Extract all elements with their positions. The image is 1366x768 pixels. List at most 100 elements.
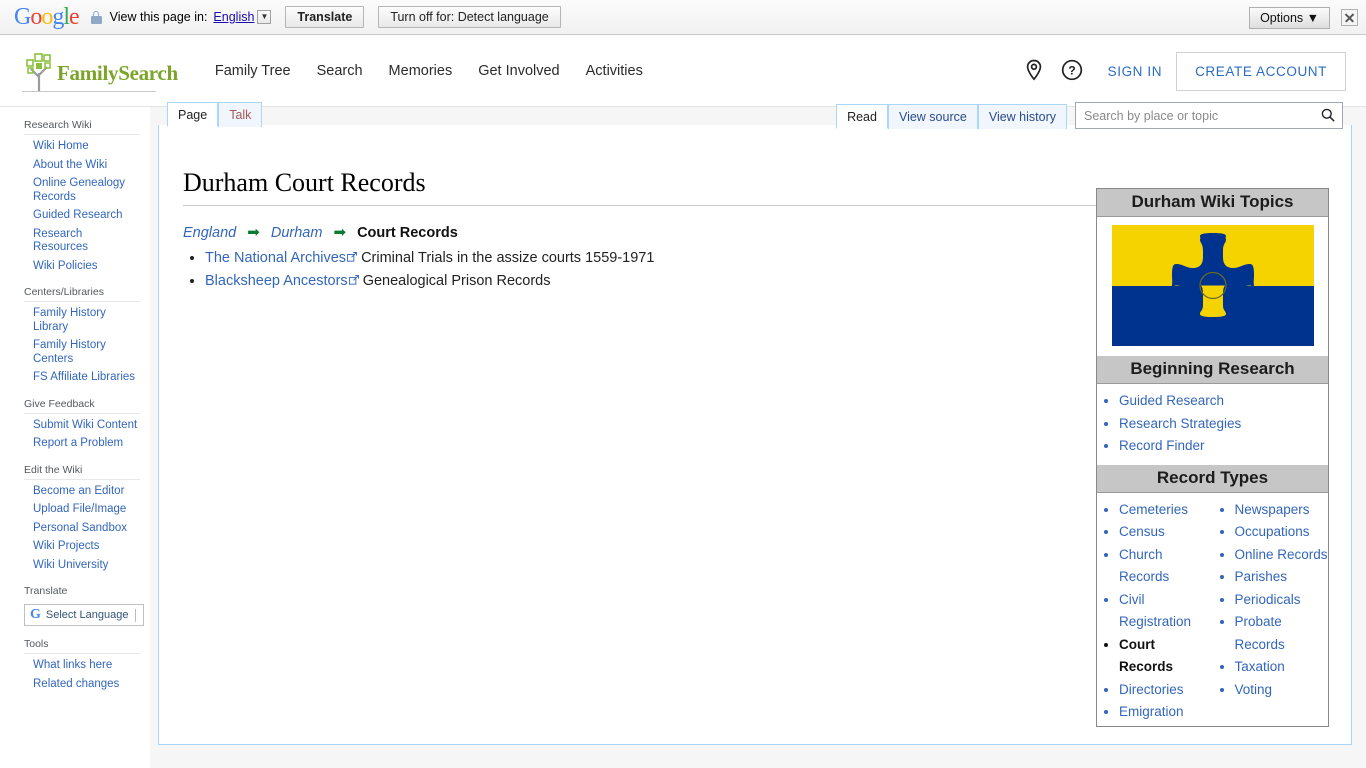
sidebar-item-related-changes[interactable]: Related changes — [33, 678, 140, 692]
record-types-left-column: CemeteriesCensusChurch RecordsCivil Regi… — [1097, 499, 1213, 724]
translate-bar-actions: Options ▼ — [1249, 0, 1358, 35]
turn-off-translate-button[interactable]: Turn off for: Detect language — [378, 6, 561, 28]
record-type-online-records[interactable]: Online Records — [1235, 544, 1329, 567]
location-pin-icon[interactable] — [1022, 58, 1048, 84]
record-type-probate-records[interactable]: Probate Records — [1235, 611, 1329, 656]
select-language-widget[interactable]: G Select Language — [24, 604, 144, 626]
lock-icon — [90, 10, 102, 24]
nav-family-tree[interactable]: Family Tree — [215, 63, 291, 79]
sidebar-item-upload-file-image[interactable]: Upload File/Image — [33, 503, 140, 517]
sidebar-heading: Centers/Libraries — [24, 286, 104, 298]
content-column: PageTalk ReadView sourceView history Dur… — [150, 102, 1366, 768]
arrow-right-icon: ➡ — [247, 224, 260, 241]
site-header: FamilySearch Family Tree Search Memories… — [0, 35, 1366, 107]
sidebar-item-personal-sandbox[interactable]: Personal Sandbox — [33, 522, 140, 536]
beginning-research-item-record-finder[interactable]: Record Finder — [1119, 435, 1328, 458]
familysearch-logo[interactable]: FamilySearch — [22, 51, 178, 91]
sidebar-item-wiki-home[interactable]: Wiki Home — [33, 140, 140, 154]
tab-page[interactable]: Page — [167, 102, 219, 127]
record-type-directories[interactable]: Directories — [1119, 679, 1213, 702]
chevron-down-icon[interactable]: ▼ — [257, 10, 272, 24]
family-tree-icon — [22, 51, 56, 91]
beginning-research-list: Guided ResearchResearch StrategiesRecord… — [1097, 384, 1328, 465]
record-type-taxation[interactable]: Taxation — [1235, 656, 1329, 679]
nav-search[interactable]: Search — [317, 63, 363, 79]
sidebar-item-what-links-here[interactable]: What links here — [33, 659, 140, 673]
sidebar-tools-list: What links here Related changes — [24, 653, 140, 691]
translate-language-link[interactable]: English — [213, 10, 254, 24]
tab-talk[interactable]: Talk — [218, 102, 263, 127]
sidebar-heading: Edit the Wiki — [24, 463, 83, 476]
breadcrumb-durham[interactable]: Durham — [271, 225, 323, 241]
article: Durham Court Records England ➡ Durham ➡ … — [159, 148, 1351, 727]
sidebar-item-wiki-university[interactable]: Wiki University — [33, 559, 140, 573]
record-type-census[interactable]: Census — [1119, 521, 1213, 544]
record-types-right-column: NewspapersOccupationsOnline RecordsParis… — [1213, 499, 1329, 724]
tab-view-source[interactable]: View source — [887, 104, 978, 129]
sidebar-item-about-the-wiki[interactable]: About the Wiki — [33, 159, 140, 173]
nav-get-involved[interactable]: Get Involved — [478, 63, 559, 79]
record-type-occupations[interactable]: Occupations — [1235, 521, 1329, 544]
infobox-title: Durham Wiki Topics — [1097, 189, 1328, 217]
sidebar-heading: Research Wiki — [24, 119, 92, 131]
content-panel: PageTalk ReadView sourceView history Dur… — [158, 102, 1352, 745]
record-types-columns: CemeteriesCensusChurch RecordsCivil Regi… — [1097, 493, 1328, 726]
tab-row: Page Talk Read View source View history — [159, 102, 1351, 148]
sidebar-item-family-history-library[interactable]: Family History Library — [33, 307, 140, 334]
select-language-label: Select Language — [45, 609, 129, 621]
tab-read[interactable]: Read — [836, 104, 888, 129]
sidebar-item-report-a-problem[interactable]: Report a Problem — [33, 437, 140, 451]
sidebar-heading: Give Feedback — [24, 397, 95, 410]
sidebar-item-online-genealogy-records[interactable]: Online Genealogy Records — [33, 177, 140, 204]
sign-in-link[interactable]: SIGN IN — [1108, 64, 1162, 79]
nav-memories[interactable]: Memories — [389, 63, 453, 79]
help-circle-icon[interactable]: ? — [1060, 58, 1086, 84]
link-description: Criminal Trials in the assize courts 155… — [357, 250, 655, 266]
google-logo: Google — [14, 4, 80, 30]
external-link[interactable]: The National Archives — [205, 250, 346, 266]
record-type-periodicals[interactable]: Periodicals — [1235, 589, 1329, 612]
sidebar-item-family-history-centers[interactable]: Family History Centers — [33, 339, 140, 366]
external-link-icon — [347, 247, 358, 262]
sidebar-item-wiki-projects[interactable]: Wiki Projects — [33, 540, 140, 554]
google-g-icon: G — [30, 607, 41, 622]
record-type-parishes[interactable]: Parishes — [1235, 566, 1329, 589]
nav-activities[interactable]: Activities — [586, 63, 643, 79]
sidebar-item-fs-affiliate-libraries[interactable]: FS Affiliate Libraries — [33, 371, 140, 385]
sidebar-sections: Research Wiki Wiki Home About the Wiki Onli… — [0, 115, 150, 572]
logo-underline — [22, 91, 156, 92]
external-link-icon — [348, 270, 359, 285]
record-type-emigration[interactable]: Emigration — [1119, 701, 1213, 724]
page-body: Research Wiki Wiki Home About the Wiki Onli… — [0, 102, 1366, 768]
breadcrumb-current: Court Records — [357, 225, 458, 241]
translate-button[interactable]: Translate — [285, 6, 365, 28]
breadcrumb-england[interactable]: England — [183, 225, 236, 241]
sidebar-item-research-resources[interactable]: Research Resources — [33, 228, 140, 255]
translate-options-button[interactable]: Options ▼ — [1249, 6, 1330, 29]
record-type-newspapers[interactable]: Newspapers — [1235, 499, 1329, 522]
record-type-civil-registration[interactable]: Civil Registration — [1119, 589, 1213, 634]
sidebar-heading-tools: Tools — [24, 638, 49, 650]
svg-text:?: ? — [1068, 64, 1075, 78]
record-type-cemeteries[interactable]: Cemeteries — [1119, 499, 1213, 522]
sidebar-item-guided-research[interactable]: Guided Research — [33, 209, 140, 223]
tab-view-history[interactable]: View history — [977, 104, 1067, 129]
sidebar-item-wiki-policies[interactable]: Wiki Policies — [33, 260, 140, 274]
sidebar-list: Family History Library Family History Cen… — [24, 301, 140, 385]
sidebar-item-become-an-editor[interactable]: Become an Editor — [33, 485, 140, 499]
page-tabs: Page Talk — [167, 102, 263, 127]
record-type-church-records[interactable]: Church Records — [1119, 544, 1213, 589]
record-type-voting[interactable]: Voting — [1235, 679, 1329, 702]
sidebar-item-submit-wiki-content[interactable]: Submit Wiki Content — [33, 419, 140, 433]
sidebar-list: Become an Editor Upload File/Image Persona… — [24, 478, 140, 573]
sidebar-list: Wiki Home About the Wiki Online Genealogy … — [24, 134, 140, 273]
create-account-button[interactable]: CREATE ACCOUNT — [1176, 51, 1346, 91]
dropdown-divider — [135, 608, 136, 622]
brand-name: FamilySearch — [57, 60, 178, 85]
external-link[interactable]: Blacksheep Ancestors — [205, 273, 348, 289]
close-icon[interactable] — [1341, 9, 1358, 26]
search-input[interactable] — [1075, 102, 1343, 129]
translate-prompt: View this page in: — [109, 10, 208, 24]
beginning-research-item-research-strategies[interactable]: Research Strategies — [1119, 413, 1328, 436]
beginning-research-item-guided-research[interactable]: Guided Research — [1119, 390, 1328, 413]
